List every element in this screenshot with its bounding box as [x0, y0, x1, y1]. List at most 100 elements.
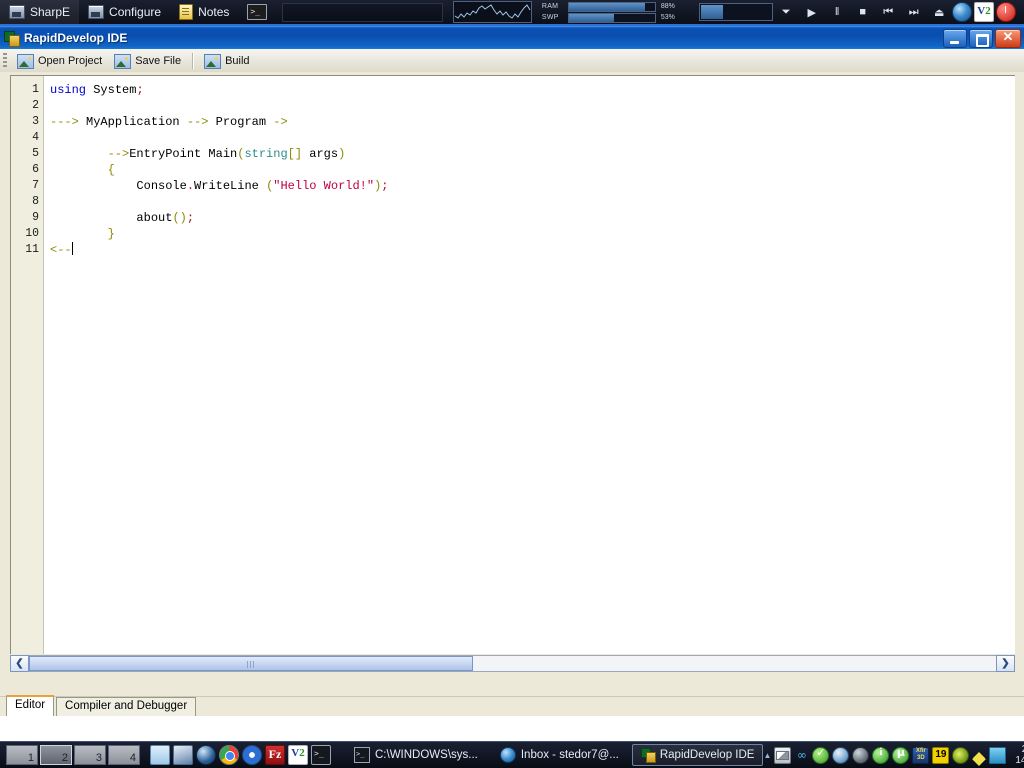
- mail-icon[interactable]: [774, 746, 792, 764]
- rapiddevelop-icon: [4, 30, 20, 47]
- printer-icon[interactable]: [832, 746, 850, 764]
- code-line: about();: [50, 210, 1015, 226]
- maximize-button[interactable]: [969, 29, 993, 48]
- taskbar-clock[interactable]: 2:37 PM 14/08/2012: [1009, 744, 1024, 766]
- chevron-right-icon: ❯: [1001, 658, 1010, 669]
- code-token: EntryPoint Main: [129, 147, 238, 161]
- save-file-button[interactable]: Save File: [108, 50, 187, 72]
- utorrent-icon[interactable]: [892, 746, 910, 764]
- code-token: -->: [107, 147, 130, 161]
- code-token: --->: [50, 115, 87, 129]
- taskbar-button-label: Inbox - stedor7@...: [520, 749, 619, 761]
- horizontal-scroll-thumb[interactable]: [29, 656, 473, 671]
- swirl-icon[interactable]: [952, 746, 970, 764]
- taskbar-button-console[interactable]: C:\WINDOWS\sys...: [345, 744, 487, 766]
- code-line: {: [50, 162, 1015, 178]
- code-token: ;: [186, 211, 195, 225]
- window-titlebar[interactable]: RapidDevelop IDE: [0, 26, 1024, 49]
- code-token: System: [86, 83, 137, 97]
- cpu-graph-line: [455, 4, 531, 19]
- xfire-3d-icon[interactable]: Xfir 3D: [912, 746, 930, 764]
- scroll-left-button[interactable]: ❮: [10, 655, 29, 672]
- topbar-item-console[interactable]: [238, 0, 276, 24]
- minimize-button[interactable]: [943, 29, 967, 48]
- v2-icon[interactable]: V2: [974, 2, 994, 22]
- topbar-blank-panel: [282, 2, 444, 22]
- code-token: ;: [381, 179, 389, 193]
- previous-button[interactable]: ⏮: [875, 0, 901, 24]
- topbar-item-notes[interactable]: Notes: [170, 0, 238, 24]
- code-line: <--: [50, 242, 1015, 258]
- counter-icon[interactable]: 19: [932, 746, 950, 764]
- editor-icon[interactable]: [150, 745, 170, 765]
- taskbar-button-inbox[interactable]: Inbox - stedor7@...: [491, 744, 628, 766]
- line-number: 1: [32, 83, 39, 96]
- virtual-desktop-pager: 1 2 3 4: [0, 745, 140, 765]
- horizontal-scrollbar[interactable]: ❮ ❯: [10, 655, 1015, 672]
- globe-icon[interactable]: [952, 2, 972, 22]
- topbar-item-label: SharpE: [30, 5, 71, 19]
- eject-button[interactable]: ⏏: [926, 0, 952, 24]
- play-button[interactable]: ▶: [799, 0, 825, 24]
- globe-icon[interactable]: [196, 745, 216, 765]
- console-icon[interactable]: [311, 745, 331, 765]
- taskbar-button-rapiddevelop-ide[interactable]: RapidDevelop IDE: [631, 744, 764, 766]
- desktop-button-3[interactable]: 3: [74, 745, 106, 765]
- code-line: -->EntryPoint Main(string[] args): [50, 146, 1015, 162]
- code-token: ): [338, 147, 346, 161]
- system-meters: RAM 88% SWP 53%: [542, 1, 681, 23]
- network-icon[interactable]: [173, 745, 193, 765]
- desktop-button-1[interactable]: 1: [6, 745, 38, 765]
- antivirus-ok-icon[interactable]: [812, 746, 830, 764]
- bottom-tab-bar: Editor Compiler and Debugger: [0, 695, 1024, 716]
- scroll-right-button[interactable]: ❯: [996, 655, 1015, 672]
- close-button[interactable]: [995, 29, 1021, 48]
- play-icon: ▶: [807, 6, 816, 19]
- desktop-button-4[interactable]: 4: [108, 745, 140, 765]
- code-token: {: [107, 163, 115, 177]
- info-icon[interactable]: [872, 746, 890, 764]
- code-text-area[interactable]: using System; ---> MyApplication --> Pro…: [44, 76, 1015, 654]
- topbar-item-sharpe[interactable]: SharpE: [0, 0, 80, 24]
- desktop-label: 4: [129, 752, 136, 764]
- book-icon[interactable]: [989, 746, 1007, 764]
- mail-icon: [499, 747, 516, 763]
- stop-button[interactable]: ■: [850, 0, 876, 24]
- build-icon: [204, 53, 222, 69]
- build-button[interactable]: Build: [198, 50, 255, 72]
- tab-compiler-and-debugger[interactable]: Compiler and Debugger: [56, 697, 197, 716]
- desktop-label: 3: [95, 752, 102, 764]
- mute-button[interactable]: ⏷: [773, 0, 799, 24]
- opera-icon[interactable]: [242, 745, 262, 765]
- code-token: string: [244, 147, 288, 161]
- app-window-icon: [88, 5, 105, 19]
- horizontal-scroll-track[interactable]: [29, 655, 996, 672]
- topbar-item-configure[interactable]: Configure: [79, 0, 170, 24]
- line-number: 9: [32, 211, 39, 224]
- link-icon[interactable]: ∞: [794, 748, 809, 763]
- previous-icon: ⏮: [883, 5, 894, 18]
- pause-button[interactable]: ‖: [824, 0, 850, 24]
- code-token: Console: [136, 179, 187, 193]
- filezilla-icon[interactable]: Fz: [265, 745, 285, 765]
- v2-icon[interactable]: V2: [288, 745, 308, 765]
- power-icon[interactable]: [996, 2, 1016, 22]
- code-editor[interactable]: 1 2 3 4 5 6 7 8 9 10 11 using System; ---> MyAppli…: [10, 75, 1015, 654]
- next-button[interactable]: ⏭: [901, 0, 927, 24]
- line-number: 6: [32, 163, 39, 176]
- toolbar-grip[interactable]: [3, 53, 7, 69]
- notepad-icon: [179, 4, 194, 20]
- volume-slider[interactable]: [698, 3, 774, 21]
- diamond-icon[interactable]: [972, 745, 987, 766]
- desktop-button-2[interactable]: 2: [40, 745, 72, 765]
- desktop-label: 1: [27, 752, 34, 764]
- show-hidden-icons-arrow[interactable]: ▲: [763, 751, 771, 760]
- tab-editor[interactable]: Editor: [6, 695, 55, 716]
- disc-icon[interactable]: [852, 746, 870, 764]
- pause-icon: ‖: [834, 6, 840, 18]
- open-project-button[interactable]: Open Project: [11, 50, 108, 72]
- line-number: 2: [32, 99, 39, 112]
- chrome-icon[interactable]: [219, 745, 239, 765]
